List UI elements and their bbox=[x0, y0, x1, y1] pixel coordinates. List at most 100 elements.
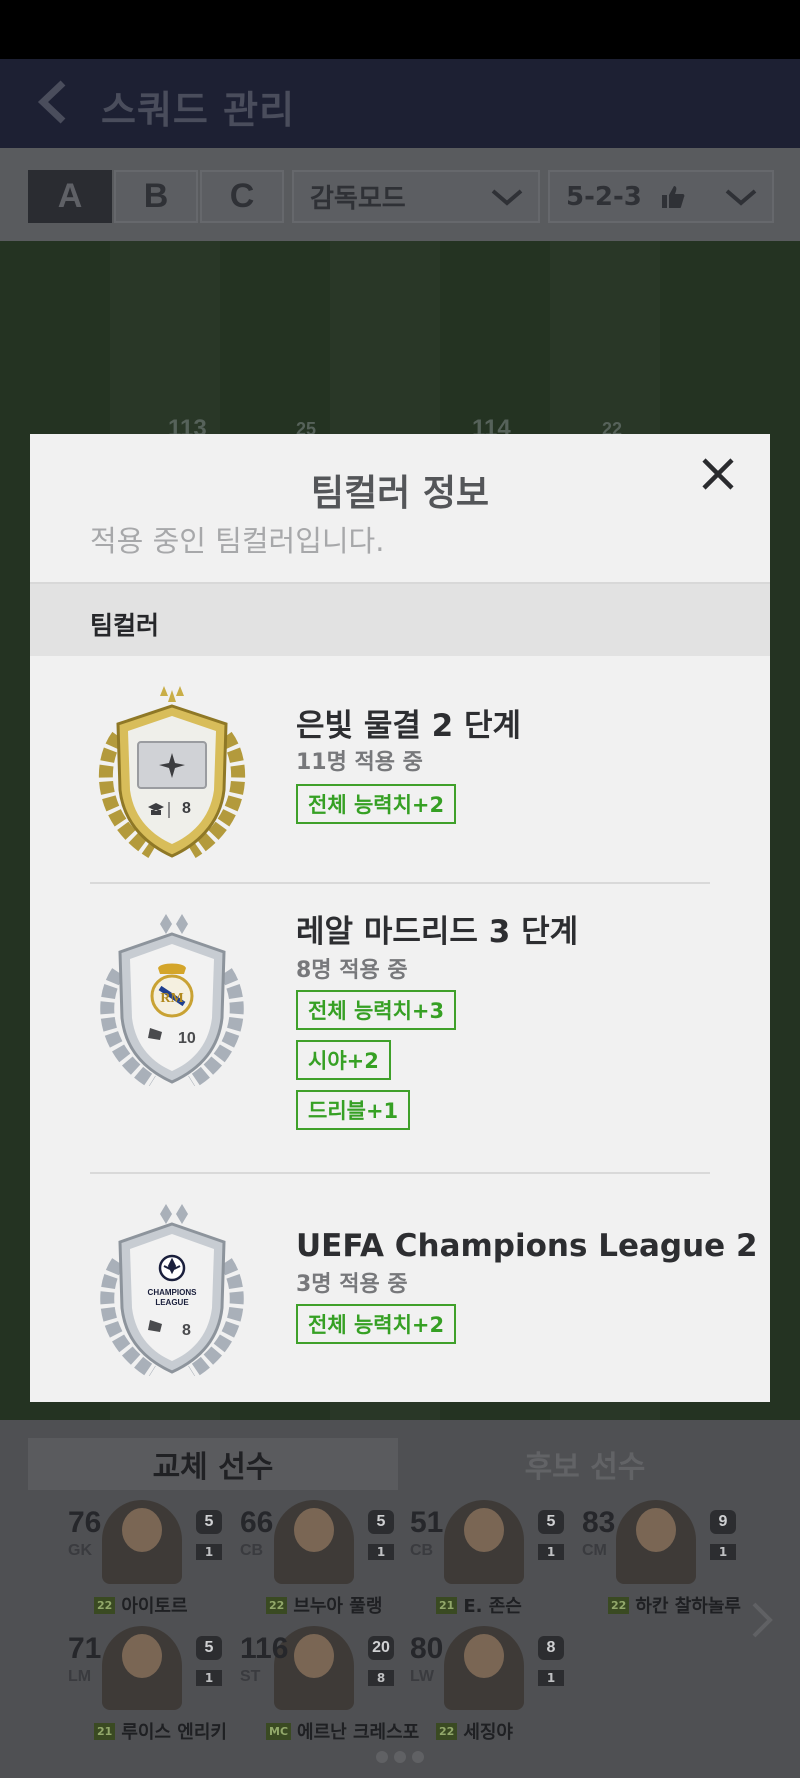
teamcolor-item[interactable]: CHAMPIONS LEAGUE 8 UEFA Champions League… bbox=[90, 1196, 770, 1396]
real-madrid-crest-icon: RM bbox=[100, 914, 244, 1086]
player-overall: 83 bbox=[582, 1506, 616, 1539]
bench-player-card[interactable]: 71 LM 5 1 21 루이스 엔리키 bbox=[68, 1626, 238, 1748]
screen-title: 스쿼드 관리 bbox=[101, 88, 296, 132]
player-overall: 76 bbox=[68, 1506, 102, 1539]
teamcolor-count: 8명 적용 중 bbox=[296, 958, 408, 983]
pager-dot bbox=[376, 1751, 388, 1763]
svg-text:RM: RM bbox=[160, 991, 183, 1006]
player-name: 세징야 bbox=[463, 1722, 513, 1743]
pager-dot bbox=[394, 1751, 406, 1763]
player-overall: 71 bbox=[68, 1632, 102, 1665]
status-bar bbox=[0, 0, 800, 59]
close-icon bbox=[702, 458, 734, 490]
player-name: 에르난 크레스포 bbox=[297, 1722, 420, 1743]
season-badge: 22 bbox=[266, 1596, 288, 1614]
teamcolor-name: 은빛 물결 2 단계 bbox=[296, 708, 522, 744]
pager-dot bbox=[412, 1751, 424, 1763]
season-badge: 22 bbox=[436, 1722, 458, 1740]
player-position: CB bbox=[410, 1542, 434, 1559]
player-name-row: 21 루이스 엔리키 bbox=[94, 1718, 227, 1744]
bench-player-card[interactable]: 66 CB 5 1 22 브누아 풀랭 bbox=[240, 1500, 410, 1622]
chevron-down-icon bbox=[491, 189, 523, 206]
player-overall: 51 bbox=[410, 1506, 444, 1539]
player-level-badge: 5 bbox=[368, 1510, 394, 1534]
champions-league-crest-icon bbox=[100, 1204, 244, 1376]
player-position: LM bbox=[68, 1668, 92, 1685]
player-name: 루이스 엔리키 bbox=[121, 1722, 227, 1743]
bench-player-card[interactable]: 76 GK 5 1 22 아이토르 bbox=[68, 1500, 238, 1622]
teamcolor-item[interactable]: 8 은빛 물결 2 단계 11명 적용 중 전체 능력치+2 bbox=[90, 680, 710, 870]
player-position: CM bbox=[582, 1542, 607, 1559]
player-level-badge: 8 bbox=[538, 1636, 564, 1660]
modal-title: 팀컬러 정보 bbox=[310, 473, 490, 514]
crest-text: LEAGUE bbox=[155, 1298, 189, 1307]
season-badge: 21 bbox=[94, 1722, 116, 1740]
player-name: 아이토르 bbox=[121, 1596, 188, 1617]
teamcolor-count: 3명 적용 중 bbox=[296, 1272, 408, 1297]
player-level-badge: 5 bbox=[538, 1510, 564, 1534]
stat-badge: 전체 능력치+3 bbox=[296, 990, 457, 1030]
player-level-badge: 9 bbox=[710, 1510, 736, 1534]
player-name-row: 22 세징야 bbox=[436, 1718, 513, 1744]
player-overall: 80 bbox=[410, 1632, 444, 1665]
player-name-row: 21 E. 존슨 bbox=[436, 1592, 522, 1618]
player-level-badge: 5 bbox=[196, 1510, 222, 1534]
squad-tab-a[interactable]: A bbox=[28, 170, 112, 223]
chevron-right-icon[interactable] bbox=[750, 1600, 776, 1640]
pager-dots bbox=[376, 1751, 424, 1763]
item-divider bbox=[90, 1172, 710, 1174]
stat-badge: 전체 능력치+2 bbox=[296, 1304, 457, 1344]
stat-badge: 시야+2 bbox=[296, 1040, 391, 1080]
player-name: 브누아 풀랭 bbox=[293, 1596, 383, 1617]
crest-number: 8 bbox=[182, 1322, 191, 1339]
squad-tab-c[interactable]: C bbox=[200, 170, 284, 223]
squad-tab-b[interactable]: B bbox=[114, 170, 198, 223]
teamcolor-item[interactable]: RM 10 레알 마드리드 3 단계 8명 적용 중 전체 능력치+3 시야+2… bbox=[90, 906, 710, 1144]
back-button[interactable] bbox=[30, 77, 74, 127]
stat-badge: 드리블+1 bbox=[296, 1090, 411, 1130]
section-header: 팀컬러 bbox=[30, 582, 770, 656]
modal-description: 적용 중인 팀컬러입니다. bbox=[90, 524, 385, 558]
player-name-row: 22 아이토르 bbox=[94, 1592, 188, 1618]
bench-player-card[interactable]: 116 ST 20 8 MC 에르난 크레스포 bbox=[240, 1626, 419, 1748]
player-grade-badge: 8 bbox=[368, 1670, 394, 1686]
season-badge: MC bbox=[266, 1722, 292, 1740]
crest-number: 8 bbox=[182, 800, 191, 817]
player-portrait bbox=[616, 1500, 696, 1584]
bench-player-card[interactable]: 80 LW 8 1 22 세징야 bbox=[410, 1626, 580, 1748]
player-grade-badge: 1 bbox=[538, 1670, 564, 1686]
crest-number: 10 bbox=[178, 1030, 196, 1047]
squad-toolbar: A B C 감독모드 5-2-3 bbox=[0, 148, 800, 241]
bench-player-card[interactable]: 51 CB 5 1 21 E. 존슨 bbox=[410, 1500, 580, 1622]
teamcolor-modal: 팀컬러 정보 적용 중인 팀컬러입니다. 팀컬러 8 은빛 물결 2 단계 11… bbox=[30, 434, 770, 1402]
formation-dropdown-value: 5-2-3 bbox=[566, 181, 642, 212]
teamcolor-name: UEFA Champions League 2 단계 bbox=[296, 1228, 770, 1264]
bench-player-card[interactable]: 83 CM 9 1 22 하칸 찰하놀루 bbox=[582, 1500, 752, 1622]
formation-dropdown[interactable]: 5-2-3 bbox=[548, 170, 774, 223]
player-grade-badge: 1 bbox=[538, 1544, 564, 1560]
player-position: CB bbox=[240, 1542, 264, 1559]
back-arrow-icon bbox=[37, 80, 66, 124]
player-overall: 66 bbox=[240, 1506, 274, 1539]
player-name: E. 존슨 bbox=[463, 1596, 522, 1617]
top-bar: 스쿼드 관리 bbox=[0, 59, 800, 148]
mode-dropdown[interactable]: 감독모드 bbox=[292, 170, 540, 223]
player-portrait bbox=[444, 1626, 524, 1710]
thumbs-up-icon bbox=[662, 186, 685, 208]
player-position: LW bbox=[410, 1668, 434, 1685]
player-portrait bbox=[444, 1500, 524, 1584]
player-name-row: 22 하칸 찰하놀루 bbox=[608, 1592, 741, 1618]
player-grade-badge: 1 bbox=[196, 1670, 222, 1686]
season-badge: 22 bbox=[94, 1596, 116, 1614]
tab-substitutes[interactable]: 교체 선수 bbox=[28, 1438, 398, 1490]
player-grade-badge: 1 bbox=[196, 1544, 222, 1560]
section-label: 팀컬러 bbox=[90, 611, 160, 640]
item-divider bbox=[90, 882, 710, 884]
season-badge: 21 bbox=[436, 1596, 458, 1614]
crest-text: CHAMPIONS bbox=[147, 1288, 197, 1297]
player-grade-badge: 1 bbox=[368, 1544, 394, 1560]
close-button[interactable] bbox=[688, 444, 748, 504]
player-portrait bbox=[102, 1626, 182, 1710]
stat-badge: 전체 능력치+2 bbox=[296, 784, 457, 824]
tab-reserves[interactable]: 후보 선수 bbox=[400, 1438, 770, 1490]
